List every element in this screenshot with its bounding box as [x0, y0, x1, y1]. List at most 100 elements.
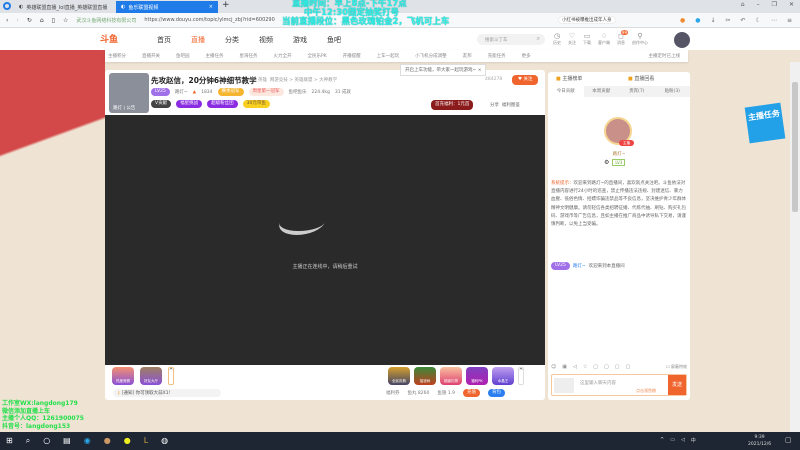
tab-today[interactable]: 今日贡献	[548, 86, 584, 97]
tab-week[interactable]: 本周贡献	[584, 86, 620, 97]
block-effects-checkbox[interactable]: ☐ 屏蔽特效	[666, 364, 687, 370]
url-input[interactable]: https://www.douyu.com/topic/ylmcj_zbj?ri…	[144, 17, 274, 23]
follow-button[interactable]: ♡ 关注	[568, 32, 576, 46]
obs-app-icon[interactable]: ◍	[161, 436, 168, 446]
browser-tab-active[interactable]: ◐ 鱼乐联盟视频 ×	[116, 1, 218, 13]
anchor-avatar[interactable]: 路灯 | 公告	[109, 73, 149, 113]
reload-icon[interactable]: ↻	[27, 17, 32, 24]
tab-vip[interactable]: 贵宾(7)	[619, 86, 655, 97]
fan-badge-selector[interactable]	[554, 378, 574, 393]
subnav-item[interactable]: 火力全开	[274, 53, 292, 59]
lucky-star-button[interactable]: 福星挑战	[176, 100, 203, 108]
nav-game[interactable]: 游戏	[293, 35, 307, 45]
nav-home[interactable]: 首页	[157, 35, 171, 45]
client-button[interactable]: ♢ 客户端	[598, 32, 610, 46]
expand-icon[interactable]: ^	[168, 367, 174, 385]
fan-icon[interactable]: ◁	[573, 364, 577, 370]
user-avatar[interactable]	[674, 32, 690, 48]
subnav-right[interactable]: 主播定时已上线	[649, 53, 681, 59]
close-tab-icon[interactable]: ×	[209, 4, 213, 10]
subnav-item[interactable]: 友邦	[463, 53, 472, 59]
emoji-icon[interactable]: ☺	[551, 364, 556, 370]
subnav-item[interactable]: 上车一起玩	[377, 53, 400, 59]
gift-item[interactable]: 水晶王	[492, 367, 514, 385]
creator-button[interactable]: ⚲ 创作中心	[632, 32, 648, 46]
subnav-item[interactable]: 星海任务	[240, 53, 258, 59]
subnav-item[interactable]: 鱼吧园	[176, 53, 190, 59]
fish-gift-button[interactable]: 30元带鱼	[242, 100, 270, 108]
welfare-map-button[interactable]: 福利图鉴	[502, 103, 520, 108]
gift-item[interactable]: 超级礼物	[440, 367, 462, 385]
tool-icon[interactable]: ▢	[593, 364, 598, 370]
download-button[interactable]: ▭ 下载	[583, 32, 591, 46]
nav-video[interactable]: 视频	[259, 35, 273, 45]
expand-icon[interactable]: ^	[518, 367, 524, 385]
menu-icon[interactable]: ≡	[787, 17, 792, 24]
gift-item[interactable]: 好友大厅	[140, 367, 162, 385]
backpack-button[interactable]: 背包	[487, 389, 505, 397]
tool-icon[interactable]: ▢	[604, 364, 609, 370]
gift-item[interactable]: 热度竞赛	[112, 367, 134, 385]
fan-club[interactable]: 鱼吧鱼乐	[289, 89, 307, 95]
tab-fans[interactable]: 贴粉(3)	[655, 86, 691, 97]
restore-icon[interactable]: ❐	[772, 1, 777, 8]
gift-item[interactable]: 福利PK	[466, 367, 488, 385]
rank-link[interactable]: 主播榜单	[562, 76, 582, 82]
browser-search-input[interactable]: 小红书被曝推出成年人身	[558, 16, 616, 24]
volume-icon[interactable]: ◁	[681, 437, 685, 444]
more-icon[interactable]: ⋯	[771, 17, 777, 24]
video-player[interactable]: 主播正在连线中，请稍后重试	[105, 115, 545, 365]
subnav-item[interactable]: 直播开关	[142, 53, 160, 59]
tool-icon[interactable]: ▢	[626, 364, 631, 370]
anchor-name[interactable]: 路灯~	[175, 89, 188, 95]
chat-input[interactable]: 这里输入聊天内容	[580, 380, 616, 386]
replay-link[interactable]: 直播回看	[634, 76, 654, 82]
gift-item[interactable]: 全民庆典	[388, 367, 410, 385]
app-icon[interactable]: ●	[124, 436, 131, 446]
cortana-icon[interactable]: ○	[43, 436, 50, 446]
share-button[interactable]: 分享	[490, 103, 499, 108]
recharge-button[interactable]: 充值	[462, 389, 480, 397]
task-view-icon[interactable]: ▤	[63, 436, 71, 446]
minimize-icon[interactable]: –	[757, 1, 760, 8]
top-contributor-avatar[interactable]: 主播	[604, 117, 634, 146]
app-icon[interactable]: ●	[104, 436, 111, 446]
subnav-item[interactable]: 主播任务	[206, 53, 224, 59]
back-icon[interactable]: ‹	[6, 17, 8, 24]
claim-fish-food[interactable]: 点击领鱼粮	[636, 388, 656, 394]
subnav-item[interactable]: 小飞机分成调整	[415, 53, 447, 59]
weekly-star-badge[interactable]: 周星第一冠军	[248, 88, 284, 96]
message-button[interactable]: ◻ 消息 99	[617, 30, 628, 46]
extension-icon[interactable]: ●	[695, 17, 700, 24]
gift-item[interactable]: 摇钱树	[414, 367, 436, 385]
subnav-item[interactable]: 主播积分	[108, 53, 126, 59]
reader-icon[interactable]: ▯	[52, 17, 55, 24]
search-icon[interactable]: ⌕	[26, 436, 30, 446]
lol-app-icon[interactable]: L	[144, 436, 148, 446]
new-tab-button[interactable]: +	[222, 0, 230, 10]
send-button[interactable]: 发送	[668, 375, 686, 395]
browser-tab[interactable]: ◐ 英雄联盟直播_lol直播_英雄联盟直播	[14, 1, 114, 13]
network-icon[interactable]: ▭	[670, 437, 675, 444]
chat-user[interactable]: 路灯~	[573, 263, 586, 269]
forward-icon[interactable]: ›	[16, 17, 18, 24]
follow-button[interactable]: ♥ 关注	[512, 75, 539, 85]
subnav-item[interactable]: 充能任务	[488, 53, 506, 59]
super-fans-button[interactable]: 超级粉丝团	[207, 100, 238, 108]
room-breadcrumb[interactable]: 网游竞技 > 英雄联盟 > 大神教学	[270, 78, 337, 83]
site-search-input[interactable]: 搜索斗丁车 ⌕	[477, 34, 545, 45]
scrollbar[interactable]	[790, 62, 800, 432]
download-icon[interactable]: ↓	[710, 17, 715, 24]
notifications-icon[interactable]: ▢	[785, 436, 792, 444]
history-button[interactable]: ◷ 历史	[553, 32, 561, 46]
clock[interactable]: 9:39 2021/12/6	[748, 434, 771, 448]
douyu-logo[interactable]: 斗鱼	[100, 32, 118, 45]
close-window-icon[interactable]: ✕	[789, 1, 794, 8]
game-icon[interactable]: ●	[680, 17, 685, 24]
undo-icon[interactable]: ↶	[741, 17, 746, 24]
nav-live[interactable]: 直播	[191, 35, 205, 45]
start-icon[interactable]: ⊞	[6, 436, 13, 446]
cut-icon[interactable]: ✂	[726, 17, 731, 24]
home-icon[interactable]: ⌂	[40, 17, 44, 24]
tray-up-icon[interactable]: ^	[660, 437, 664, 444]
